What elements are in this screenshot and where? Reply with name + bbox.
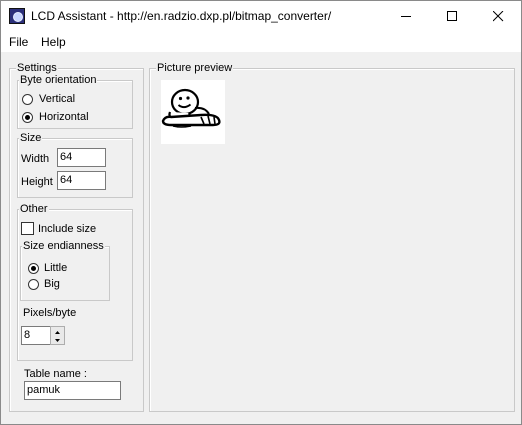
little-label: Little [44, 262, 68, 274]
picture-preview-legend: Picture preview [156, 62, 234, 75]
maximize-button[interactable] [429, 1, 475, 32]
include-size-checkbox[interactable] [21, 222, 34, 235]
minimize-button[interactable] [383, 1, 429, 32]
size-endianness-group: Size endianness Little Big [20, 240, 110, 301]
byte-orientation-group: Byte orientation Vertical Horizontal [17, 74, 133, 129]
horizontal-radio[interactable] [22, 112, 33, 123]
width-input[interactable]: 64 [57, 148, 106, 167]
close-icon [493, 11, 504, 22]
picture-preview-group: Picture preview [149, 62, 515, 412]
pixels-per-byte-spinner[interactable] [50, 326, 65, 345]
settings-group: Settings Byte orientation Vertical Horiz… [9, 62, 144, 412]
size-group: Size Width 64 Height 64 [17, 132, 133, 198]
bitmap-preview [161, 80, 225, 144]
maximize-icon [447, 11, 457, 21]
vertical-label: Vertical [39, 93, 76, 105]
lcd-assistant-icon[interactable] [9, 8, 25, 24]
big-radio[interactable] [28, 279, 39, 290]
minimize-icon [401, 16, 411, 17]
table-name-label: Table name : [24, 368, 87, 380]
vertical-radio[interactable] [22, 94, 33, 105]
height-input[interactable]: 64 [57, 171, 106, 190]
pixels-per-byte-label: Pixels/byte [23, 307, 77, 319]
menu-bar: File Help [1, 32, 521, 52]
spin-down-button[interactable] [51, 336, 64, 344]
big-label: Big [44, 278, 60, 290]
size-endianness-legend: Size endianness [22, 240, 105, 253]
client-area: Settings Byte orientation Vertical Horiz… [1, 52, 521, 424]
spin-up-icon [55, 331, 60, 334]
menu-help[interactable]: Help [41, 35, 66, 49]
horizontal-label: Horizontal [39, 111, 89, 123]
title-bar[interactable]: LCD Assistant - http://en.radzio.dxp.pl/… [1, 1, 521, 32]
other-legend: Other [19, 203, 49, 216]
height-label: Height [21, 176, 53, 188]
window-title: LCD Assistant - http://en.radzio.dxp.pl/… [31, 9, 332, 23]
table-name-input[interactable]: pamuk [24, 381, 121, 400]
width-label: Width [21, 153, 50, 165]
little-radio[interactable] [28, 263, 39, 274]
app-window: LCD Assistant - http://en.radzio.dxp.pl/… [0, 0, 522, 425]
include-size-label: Include size [38, 223, 97, 235]
other-group: Other Include size Size endianness Littl… [17, 203, 133, 361]
spin-down-icon [55, 339, 60, 342]
bitmap-preview-graphic [161, 88, 221, 128]
byte-orientation-legend: Byte orientation [19, 74, 98, 87]
menu-file[interactable]: File [9, 35, 28, 49]
pixels-per-byte-input[interactable]: 8 [21, 326, 51, 345]
close-button[interactable] [475, 1, 521, 32]
spin-up-button[interactable] [51, 327, 64, 335]
size-legend: Size [19, 132, 43, 145]
